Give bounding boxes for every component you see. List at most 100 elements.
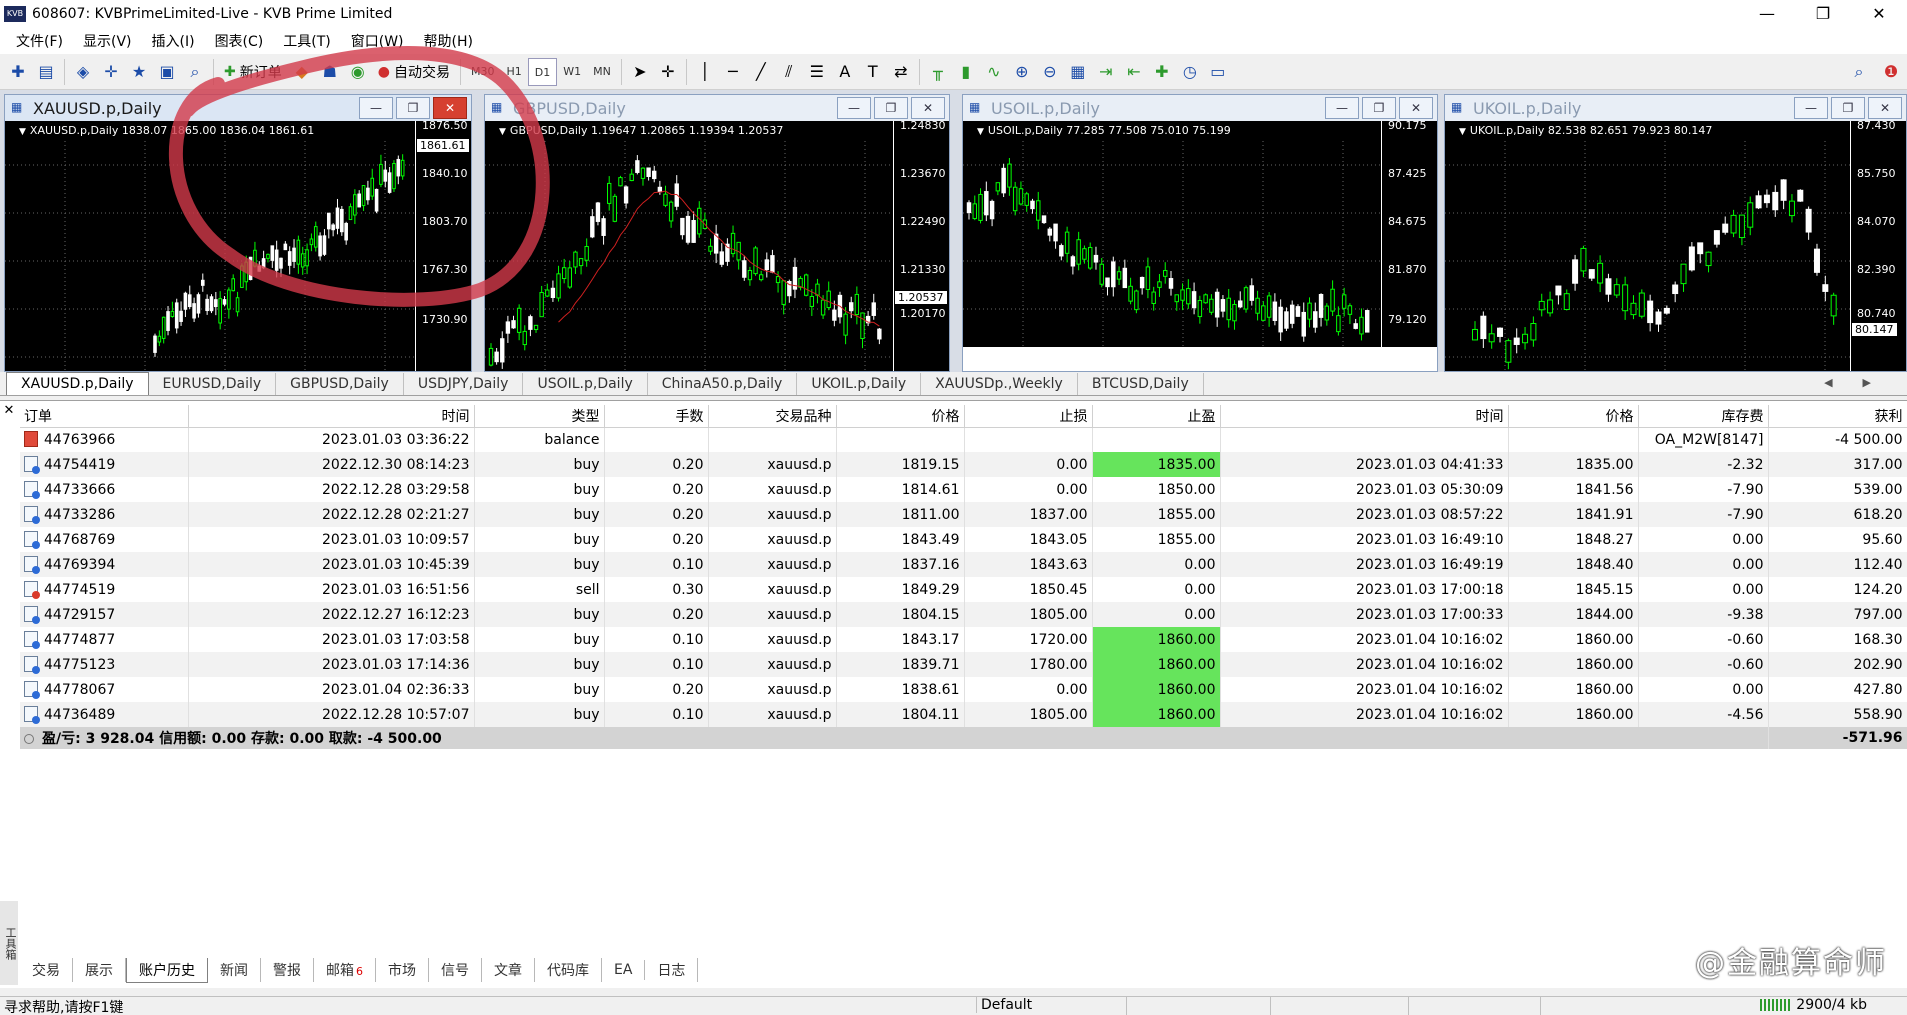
chart-maximize-button[interactable]: ❐ bbox=[396, 97, 430, 119]
autoscroll-icon[interactable]: ⇥ bbox=[1092, 58, 1120, 86]
column-header[interactable]: 止损 bbox=[964, 405, 1093, 428]
channel-icon[interactable]: ⫽ bbox=[775, 58, 803, 86]
text-label-icon[interactable]: T bbox=[859, 58, 887, 86]
chart-minimize-button[interactable]: — bbox=[837, 97, 871, 119]
vertical-line-icon[interactable]: │ bbox=[691, 58, 719, 86]
new-chart-icon[interactable]: ✚ bbox=[4, 58, 32, 86]
chart-window-gbpusd[interactable]: ▦ GBPUSD,Daily — ❐ ✕ ▼ GBPUSD,Daily 1.196… bbox=[484, 94, 950, 372]
tile-windows-icon[interactable]: ▦ bbox=[1064, 58, 1092, 86]
terminal-tab[interactable]: 信号 bbox=[429, 958, 482, 982]
trendline-icon[interactable]: ╱ bbox=[747, 58, 775, 86]
column-header[interactable]: 价格 bbox=[836, 405, 965, 428]
table-row[interactable]: 44754419 2022.12.30 08:14:23 buy 0.20 xauusd… bbox=[20, 452, 1907, 477]
table-row[interactable]: 44774877 2023.01.03 17:03:58 buy 0.10 xauusd… bbox=[20, 627, 1907, 652]
chart-window-usoil[interactable]: ▦ USOIL.p,Daily — ❐ ✕ ▼ USOIL.p,Daily 77.… bbox=[962, 94, 1438, 372]
terminal-tab[interactable]: 账户历史 bbox=[126, 957, 208, 983]
profiles-icon[interactable]: ▤ bbox=[32, 58, 60, 86]
menu-tools[interactable]: 工具(T) bbox=[273, 31, 340, 51]
chart-close-button[interactable]: ✕ bbox=[1399, 97, 1433, 119]
chart-tab[interactable]: USDJPY,Daily bbox=[404, 373, 524, 395]
status-profile[interactable]: Default bbox=[976, 997, 1032, 1013]
timeframe-d1[interactable]: D1 bbox=[527, 57, 558, 86]
chart-canvas[interactable]: ▼ USOIL.p,Daily 77.285 77.508 75.010 75.1… bbox=[963, 119, 1437, 347]
menu-window[interactable]: 窗口(W) bbox=[341, 31, 414, 51]
chart-maximize-button[interactable]: ❐ bbox=[1362, 97, 1396, 119]
timeframe-w1[interactable]: W1 bbox=[557, 58, 587, 86]
arrows-icon[interactable]: ⇄ bbox=[887, 58, 915, 86]
chart-close-button[interactable]: ✕ bbox=[433, 97, 467, 119]
chart-canvas[interactable]: ▼ UKOIL.p,Daily 82.538 82.651 79.923 80.1… bbox=[1445, 119, 1906, 371]
chart-tab[interactable]: XAUUSD.p,Daily bbox=[6, 372, 149, 395]
chart-canvas[interactable]: ▼ XAUUSD.p,Daily 1838.07 1865.00 1836.04 … bbox=[5, 119, 471, 371]
strategy-tester-icon[interactable]: ⌕ bbox=[181, 58, 209, 86]
chart-canvas[interactable]: ▼ GBPUSD,Daily 1.19647 1.20865 1.19394 1.… bbox=[485, 119, 949, 371]
chart-window-ukoil[interactable]: ▦ UKOIL.p,Daily — ❐ ✕ ▼ UKOIL.p,Daily 82.… bbox=[1444, 94, 1907, 372]
table-row[interactable]: 44775123 2023.01.03 17:14:36 buy 0.10 xauusd… bbox=[20, 652, 1907, 677]
chart-maximize-button[interactable]: ❐ bbox=[874, 97, 908, 119]
timeframe-h1[interactable]: H1 bbox=[500, 58, 527, 86]
terminal-tab[interactable]: 展示 bbox=[73, 958, 126, 982]
column-header[interactable]: 手数 bbox=[604, 405, 709, 428]
menu-view[interactable]: 显示(V) bbox=[73, 31, 142, 51]
table-row[interactable]: 44733666 2022.12.28 03:29:58 buy 0.20 xauusd… bbox=[20, 477, 1907, 502]
close-button[interactable]: ✕ bbox=[1851, 0, 1907, 28]
column-header[interactable]: 类型 bbox=[474, 405, 605, 428]
menu-file[interactable]: 文件(F) bbox=[6, 31, 73, 51]
vps-icon[interactable]: ◉ bbox=[344, 58, 372, 86]
chart-tab[interactable]: GBPUSD,Daily bbox=[276, 373, 404, 395]
auto-trading-button[interactable]: ● 自动交易 bbox=[372, 58, 456, 86]
text-icon[interactable]: A bbox=[831, 58, 859, 86]
bar-chart-icon[interactable]: ╥ bbox=[924, 58, 952, 86]
minimize-button[interactable]: — bbox=[1739, 0, 1795, 28]
horizontal-line-icon[interactable]: ─ bbox=[719, 58, 747, 86]
terminal-tab[interactable]: 文章 bbox=[482, 958, 535, 982]
terminal-icon[interactable]: ▣ bbox=[153, 58, 181, 86]
table-row[interactable]: 44774519 2023.01.03 16:51:56 sell 0.30 xauus… bbox=[20, 577, 1907, 602]
chart-minimize-button[interactable]: — bbox=[1325, 97, 1359, 119]
table-row[interactable]: 44768769 2023.01.03 10:09:57 buy 0.20 xauusd… bbox=[20, 527, 1907, 552]
toolbox-side-label[interactable]: 工具箱 bbox=[0, 901, 18, 985]
column-header[interactable]: 订单 bbox=[20, 405, 189, 428]
signals-icon[interactable]: ☗ bbox=[316, 58, 344, 86]
column-header[interactable]: 交易品种 bbox=[708, 405, 837, 428]
terminal-tab[interactable]: EA bbox=[602, 960, 646, 980]
terminal-tab[interactable]: 市场 bbox=[376, 958, 429, 982]
new-order-button[interactable]: ✚ 新订单 bbox=[218, 58, 288, 86]
table-row[interactable]: 44769394 2023.01.03 10:45:39 buy 0.10 xauusd… bbox=[20, 552, 1907, 577]
chart-shift-icon[interactable]: ⇤ bbox=[1120, 58, 1148, 86]
zoom-out-icon[interactable]: ⊖ bbox=[1036, 58, 1064, 86]
table-row[interactable]: 44729157 2022.12.27 16:12:23 buy 0.20 xauusd… bbox=[20, 602, 1907, 627]
terminal-tab[interactable]: 交易 bbox=[20, 958, 73, 982]
fibonacci-icon[interactable]: ☰ bbox=[803, 58, 831, 86]
data-window-icon[interactable]: ✛ bbox=[97, 58, 125, 86]
chart-close-button[interactable]: ✕ bbox=[1868, 97, 1902, 119]
chart-window-xauusd[interactable]: ▦ XAUUSD.p,Daily — ❐ ✕ ▼ XAUUSD.p,Daily 1… bbox=[4, 94, 472, 372]
crosshair-icon[interactable]: ✛ bbox=[654, 58, 682, 86]
search-icon[interactable]: ⌕ bbox=[1845, 58, 1873, 86]
indicators-icon[interactable]: ✚ bbox=[1148, 58, 1176, 86]
chart-tab[interactable]: XAUUSDp.,Weekly bbox=[921, 373, 1078, 395]
chart-minimize-button[interactable]: — bbox=[1794, 97, 1828, 119]
chart-maximize-button[interactable]: ❐ bbox=[1831, 97, 1865, 119]
candlestick-icon[interactable]: ▮ bbox=[952, 58, 980, 86]
table-row[interactable]: 44733286 2022.12.28 02:21:27 buy 0.20 xauusd… bbox=[20, 502, 1907, 527]
table-row[interactable]: 44763966 2023.01.03 03:36:22 balance OA_M2W… bbox=[20, 427, 1907, 452]
chart-tab[interactable]: ChinaA50.p,Daily bbox=[648, 373, 798, 395]
chart-tab[interactable]: UKOIL.p,Daily bbox=[797, 373, 922, 395]
timeframe-m30[interactable]: M30 bbox=[465, 58, 501, 86]
column-header[interactable]: 时间 bbox=[188, 405, 475, 428]
navigator-icon[interactable]: ★ bbox=[125, 58, 153, 86]
menu-help[interactable]: 帮助(H) bbox=[414, 31, 483, 51]
terminal-tab[interactable]: 日志 bbox=[645, 958, 699, 982]
menu-insert[interactable]: 插入(I) bbox=[142, 31, 205, 51]
terminal-close-icon[interactable]: ✕ bbox=[0, 401, 18, 425]
terminal-tab[interactable]: 邮箱 6 bbox=[314, 958, 376, 982]
market-watch-icon[interactable]: ◈ bbox=[69, 58, 97, 86]
column-header[interactable]: 价格 bbox=[1508, 405, 1639, 428]
line-chart-icon[interactable]: ∿ bbox=[980, 58, 1008, 86]
terminal-tab[interactable]: 新闻 bbox=[208, 958, 261, 982]
terminal-tab[interactable]: 代码库 bbox=[535, 958, 602, 982]
column-header[interactable]: 库存费 bbox=[1638, 405, 1769, 428]
alert-icon[interactable]: ❶ bbox=[1877, 58, 1905, 86]
chart-tab[interactable]: USOIL.p,Daily bbox=[523, 373, 648, 395]
